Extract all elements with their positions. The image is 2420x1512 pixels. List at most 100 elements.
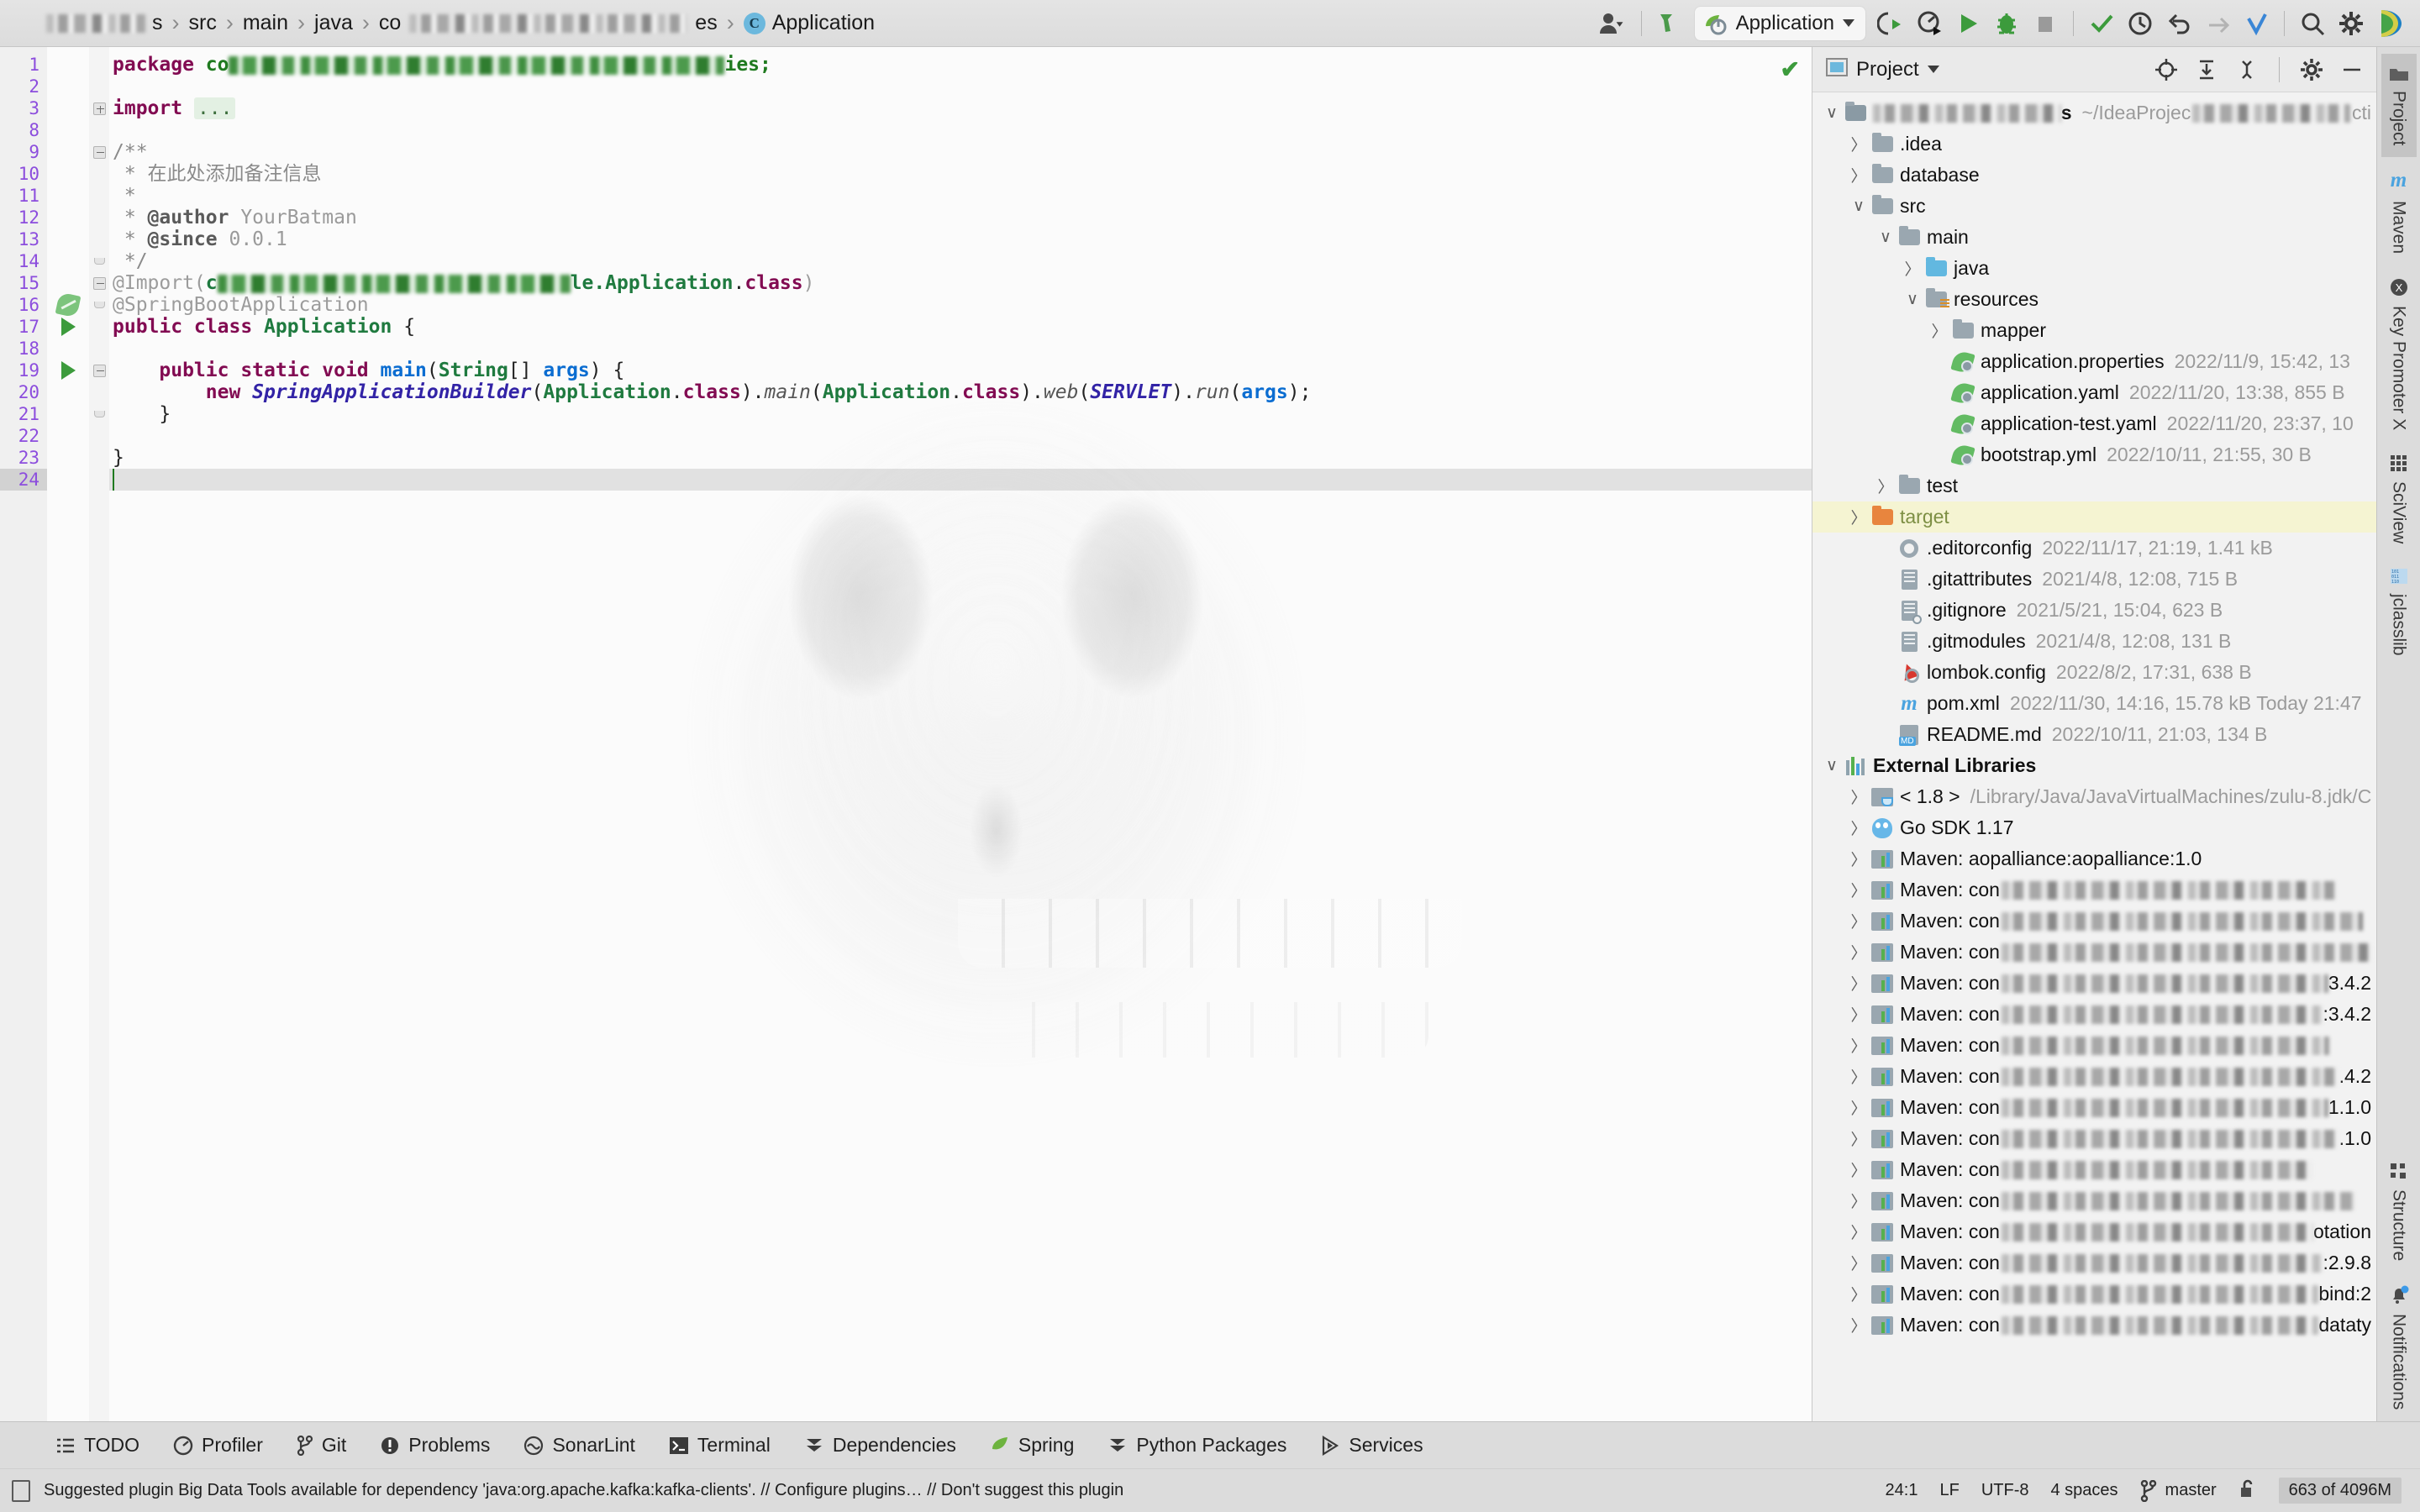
tree-node[interactable]: .editorconfig2022/11/17, 21:19, 1.41 kB (1812, 533, 2376, 564)
tree-node[interactable]: 〉Maven: conotation (1812, 1216, 2376, 1247)
caret-position[interactable]: 24:1 (1886, 1481, 1918, 1500)
code-line[interactable]: package coies; (109, 54, 1812, 76)
tree-node[interactable]: ∨resources (1812, 284, 2376, 315)
line-number[interactable]: 8 (0, 119, 47, 141)
code-line[interactable]: * 在此处添加备注信息 (109, 163, 1812, 185)
tree-node[interactable]: 〉Maven: con (1812, 906, 2376, 937)
editor-code-content[interactable]: package coies;import .../** * 在此处添加备注信息 … (109, 47, 1812, 1421)
chevron-down-icon[interactable]: ∨ (1848, 197, 1870, 216)
tree-node[interactable]: 〉java (1812, 253, 2376, 284)
code-fold-handle[interactable] (89, 294, 109, 316)
line-number[interactable]: 9 (0, 141, 47, 163)
tree-node[interactable]: 〉Maven: conbind:2 (1812, 1278, 2376, 1310)
chevron-right-icon[interactable]: 〉 (1902, 257, 1923, 280)
jump-icon[interactable] (2199, 5, 2236, 42)
tree-node[interactable]: .gitignore2021/5/21, 15:04, 623 B (1812, 595, 2376, 626)
breadcrumb-item-main[interactable]: main (234, 11, 297, 35)
breadcrumb-item-package[interactable]: coes (370, 11, 727, 35)
tool-window-button-git[interactable]: Git (280, 1427, 363, 1464)
chevron-right-icon[interactable]: 〉 (1848, 1189, 1870, 1212)
ide-logo-icon[interactable] (2371, 5, 2408, 42)
project-tree[interactable]: ∨s~/IdeaProjeccti〉.idea〉database∨src∨mai… (1812, 92, 2376, 1421)
code-fold-handle[interactable] (89, 403, 109, 425)
code-line[interactable]: * @author YourBatman (109, 207, 1812, 228)
tool-window-button-python-packages[interactable]: Python Packages (1091, 1427, 1303, 1464)
chevron-right-icon[interactable]: 〉 (1848, 848, 1870, 870)
code-line[interactable] (109, 338, 1812, 360)
user-account-icon[interactable] (1595, 5, 1632, 42)
code-line[interactable]: */ (109, 250, 1812, 272)
code-fold-handle[interactable] (89, 250, 109, 272)
tree-node[interactable]: 〉test (1812, 470, 2376, 501)
tree-node[interactable]: 〉mapper (1812, 315, 2376, 346)
tree-node[interactable]: 〉Maven: con:3.4.2 (1812, 999, 2376, 1030)
settings-gear-icon[interactable] (2333, 5, 2370, 42)
code-line[interactable]: new SpringApplicationBuilder(Application… (109, 381, 1812, 403)
tree-node[interactable]: 〉Maven: aopalliance:aopalliance:1.0 (1812, 843, 2376, 874)
tree-node[interactable]: 〉Maven: con (1812, 1185, 2376, 1216)
tool-tab-project[interactable]: Project (2381, 54, 2417, 157)
code-line[interactable]: * (109, 185, 1812, 207)
hide-panel-icon[interactable] (2336, 54, 2368, 86)
chevron-right-icon[interactable]: 〉 (1875, 475, 1897, 497)
tree-node[interactable]: application.yaml2022/11/20, 13:38, 855 B (1812, 377, 2376, 408)
chevron-right-icon[interactable]: 〉 (1848, 1096, 1870, 1119)
tool-window-button-spring[interactable]: Spring (973, 1427, 1091, 1464)
check-icon[interactable] (2083, 5, 2120, 42)
line-number[interactable]: 20 (0, 381, 47, 403)
unlocked-icon[interactable] (2238, 1478, 2257, 1504)
tree-node[interactable]: README.md2022/10/11, 21:03, 134 B (1812, 719, 2376, 750)
tree-node[interactable]: 〉< 1.8 >/Library/Java/JavaVirtualMachine… (1812, 781, 2376, 812)
line-number[interactable]: 24 (0, 469, 47, 491)
chevron-right-icon[interactable]: 〉 (1848, 910, 1870, 932)
tree-node[interactable]: application.properties2022/11/9, 15:42, … (1812, 346, 2376, 377)
breadcrumb-item-class[interactable]: C Application (734, 11, 884, 35)
tree-node[interactable]: 〉Maven: con3.4.2 (1812, 968, 2376, 999)
code-line[interactable]: public class Application { (109, 316, 1812, 338)
code-line[interactable]: /** (109, 141, 1812, 163)
tool-window-button-terminal[interactable]: Terminal (652, 1427, 787, 1464)
editor-gutter-markers[interactable] (47, 47, 89, 1421)
chevron-right-icon[interactable]: 〉 (1848, 879, 1870, 901)
build-hammer-icon[interactable] (1651, 5, 1688, 42)
chevron-right-icon[interactable]: 〉 (1848, 941, 1870, 963)
code-editor[interactable]: ✔ 12389101112131415161718192021222324 pa… (0, 47, 1812, 1421)
chevron-right-icon[interactable]: 〉 (1848, 1283, 1870, 1305)
tree-node[interactable]: 〉target (1812, 501, 2376, 533)
chevron-right-icon[interactable]: 〉 (1848, 506, 1870, 528)
chevron-right-icon[interactable]: 〉 (1848, 1034, 1870, 1057)
tool-window-button-problems[interactable]: Problems (363, 1427, 507, 1464)
status-message[interactable]: Suggested plugin Big Data Tools availabl… (44, 1481, 1123, 1500)
line-number[interactable]: 13 (0, 228, 47, 250)
tree-node[interactable]: mpom.xml2022/11/30, 14:16, 15.78 kB Toda… (1812, 688, 2376, 719)
chevron-down-icon[interactable] (1928, 66, 1939, 73)
code-line[interactable] (109, 469, 1812, 491)
tree-node[interactable]: ∨src (1812, 191, 2376, 222)
tree-node[interactable]: 〉Go SDK 1.17 (1812, 812, 2376, 843)
stop-icon[interactable] (2027, 5, 2064, 42)
undo-icon[interactable] (2160, 5, 2197, 42)
inspection-status-icon[interactable]: ✔ (1781, 55, 1800, 83)
tool-window-button-todo[interactable]: TODO (39, 1427, 156, 1464)
tree-node[interactable]: application-test.yaml2022/11/20, 23:37, … (1812, 408, 2376, 439)
breadcrumb-item-java[interactable]: java (305, 11, 362, 35)
code-fold-handle[interactable] (89, 360, 109, 381)
collapse-all-icon[interactable] (2231, 54, 2263, 86)
run-icon[interactable] (1949, 5, 1986, 42)
indent-setting[interactable]: 4 spaces (2050, 1481, 2118, 1500)
profiler-icon[interactable] (1911, 5, 1948, 42)
run-method-icon[interactable] (47, 360, 89, 381)
chevron-right-icon[interactable]: 〉 (1928, 319, 1950, 342)
code-line[interactable]: import ... (109, 97, 1812, 119)
tree-node[interactable]: 〉database (1812, 160, 2376, 191)
line-number[interactable]: 18 (0, 338, 47, 360)
tree-node[interactable]: .gitattributes2021/4/8, 12:08, 715 B (1812, 564, 2376, 595)
history-icon[interactable] (2122, 5, 2159, 42)
line-number[interactable]: 3 (0, 97, 47, 119)
line-number[interactable]: 2 (0, 76, 47, 97)
code-line[interactable]: @Import(cle.Application.class) (109, 272, 1812, 294)
line-number[interactable]: 22 (0, 425, 47, 447)
line-number[interactable]: 14 (0, 250, 47, 272)
code-line[interactable] (109, 425, 1812, 447)
tool-window-button-services[interactable]: Services (1303, 1427, 1439, 1464)
